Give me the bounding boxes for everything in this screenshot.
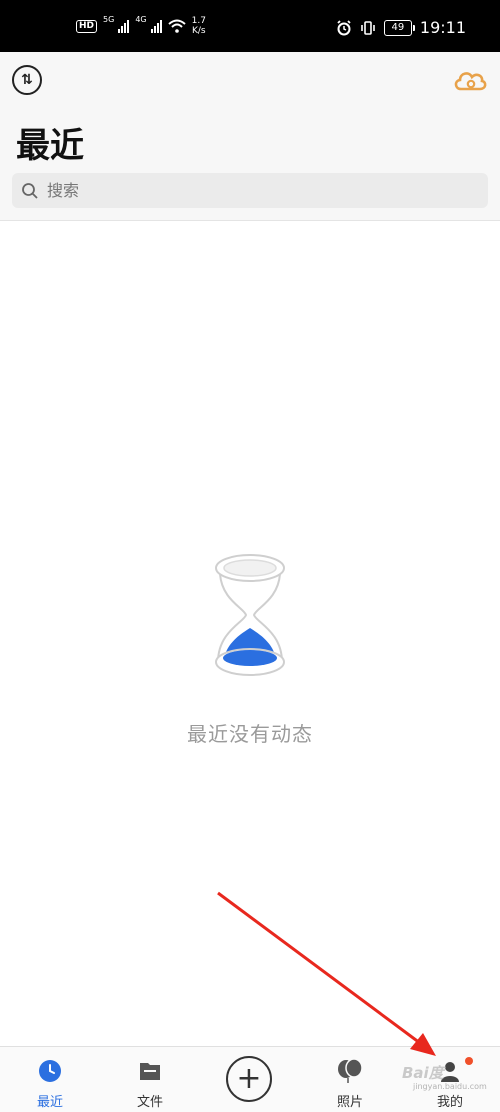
network-speed: 1.7 K/s: [192, 16, 206, 36]
signal-strength-icon-2: [150, 19, 162, 33]
watermark-logo: Bai度: [402, 1064, 444, 1082]
vibrate-icon: [361, 20, 375, 35]
signal-strength-icon: [118, 19, 130, 33]
nav-item-photos[interactable]: 照片: [310, 1047, 390, 1112]
plus-icon: +: [236, 1061, 262, 1096]
search-bar[interactable]: [12, 173, 488, 208]
watermark-url: jingyan.baidu.com: [413, 1082, 487, 1091]
cloud-icon[interactable]: [452, 66, 488, 94]
network-speed-value: 1.7: [191, 16, 206, 26]
status-time: 19:11: [419, 18, 466, 37]
page-title: 最近: [16, 126, 84, 166]
nav-item-recent[interactable]: 最近: [10, 1047, 90, 1112]
sort-arrows-icon[interactable]: ⇅: [12, 65, 42, 95]
empty-state: 最近没有动态: [0, 540, 500, 747]
status-right: 49 19:11: [336, 18, 466, 37]
search-icon: [22, 182, 38, 199]
nav-label-photos: 照片: [336, 1095, 363, 1110]
sim1-network-label: 5G: [103, 15, 115, 24]
status-left: HD 5G 4G 1.7 K/s: [76, 16, 206, 36]
nav-label-files: 文件: [136, 1095, 163, 1110]
clock-icon: [39, 1060, 61, 1082]
hourglass-icon: [215, 554, 285, 676]
nav-label-recent: 最近: [36, 1095, 63, 1110]
nav-label-mine: 我的: [436, 1095, 463, 1110]
notification-badge: [465, 1057, 473, 1065]
sim2-network-label: 4G: [135, 15, 147, 24]
empty-state-message: 最近没有动态: [187, 722, 313, 746]
status-bar: HD 5G 4G 1.7 K/s 49 19:11: [0, 0, 500, 52]
alarm-icon: [337, 19, 351, 35]
photo-balloon-icon: [338, 1059, 363, 1083]
hd-badge: HD: [76, 19, 98, 33]
app-header: ⇅ 最近: [0, 52, 500, 221]
folder-icon: [140, 1063, 160, 1080]
network-speed-unit: K/s: [191, 26, 206, 36]
add-button[interactable]: +: [226, 1056, 272, 1102]
search-input[interactable]: [45, 180, 449, 201]
nav-item-files[interactable]: 文件: [110, 1047, 190, 1112]
wifi-icon: [167, 19, 186, 33]
battery-indicator: 49: [383, 19, 415, 36]
